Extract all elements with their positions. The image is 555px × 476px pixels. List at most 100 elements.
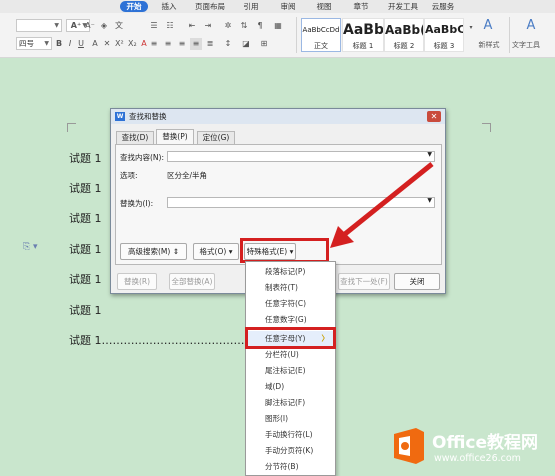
highlight-color-icon[interactable]: A [140, 38, 148, 50]
menu-item[interactable]: 任意数字(G) [246, 312, 335, 328]
options-value: 区分全/半角 [167, 171, 208, 180]
pinyin-icon[interactable]: 文 [113, 20, 125, 32]
advanced-search-button[interactable]: 高级搜索(M) ⇕ [120, 243, 187, 260]
line-spacing-icon[interactable]: ↕ [222, 38, 234, 50]
ribbon: 开始 插入 页面布局 引用 审阅 视图 章节 开发工具 云服务 ▼ ▼ A⁺ A… [0, 0, 555, 58]
style-preview: AaBb [343, 22, 383, 38]
chinese-layout-icon[interactable]: ✲ [222, 20, 234, 32]
tab-chapter[interactable]: 章节 [350, 1, 372, 12]
menu-item[interactable]: 分节符(B) [246, 459, 335, 475]
tab-page-layout[interactable]: 页面布局 [192, 1, 228, 12]
office-logo-badge: Office教程网 www.office26.com [390, 420, 555, 476]
bold-icon[interactable]: B [55, 38, 63, 50]
align-left-icon[interactable]: ≡ [148, 38, 160, 50]
menu-item[interactable]: 尾注标记(E) [246, 363, 335, 379]
align-right-icon[interactable]: ≡ [176, 38, 188, 50]
menu-item[interactable]: 段落标记(P) [246, 264, 335, 280]
grow-font-icon[interactable]: A⁺ [70, 20, 82, 32]
paragraph-handle-icon[interactable]: ⎘ ▾ [23, 242, 38, 252]
margin-corner-tr [490, 123, 491, 132]
dialog-title: 查找和替换 [129, 112, 167, 121]
style-label: 标题 1 [352, 42, 374, 50]
ribbon-separator [509, 17, 510, 53]
tab-home[interactable]: 开始 [120, 1, 148, 12]
chevron-down-icon[interactable]: ▼ [427, 151, 432, 158]
sort-icon[interactable]: ⇅ [238, 20, 250, 32]
tab-insert[interactable]: 插入 [158, 1, 180, 12]
indent-increase-icon[interactable]: ⇥ [202, 20, 214, 32]
logo-url: www.office26.com [434, 453, 521, 464]
show-marks-icon[interactable]: ¶ [254, 20, 266, 32]
shrink-font-icon[interactable]: A⁻ [84, 20, 96, 32]
style-normal[interactable]: AaBbCcDd 正文 [301, 18, 341, 52]
new-style-button[interactable]: 新样式 [472, 39, 506, 51]
tab-references[interactable]: 引用 [240, 1, 262, 12]
style-preview: AaBb( [385, 23, 423, 37]
align-center-icon[interactable]: ≡ [162, 38, 174, 50]
tab-goto[interactable]: 定位(G) [197, 131, 235, 144]
style-heading-2[interactable]: AaBb( 标题 2 [384, 18, 424, 52]
justify-icon[interactable]: ≡ [190, 38, 202, 50]
options-label: 选项: [120, 171, 138, 180]
office-logo-icon [394, 428, 424, 464]
italic-icon[interactable]: I [66, 38, 74, 50]
tab-replace[interactable]: 替换(P) [156, 129, 194, 145]
menu-item[interactable]: 图形(I) [246, 411, 335, 427]
tab-view[interactable]: 视图 [313, 1, 335, 12]
document-line: 试题 1 [69, 304, 102, 317]
dialog-titlebar[interactable]: W 查找和替换 ✕ [111, 109, 445, 124]
tab-find[interactable]: 查找(D) [116, 131, 154, 144]
find-next-button[interactable]: 查找下一处(F) [338, 273, 390, 290]
font-size-combo-2[interactable]: 四号 ▼ [16, 37, 52, 50]
menu-item[interactable]: 脚注标记(F) [246, 395, 335, 411]
document-line: 试题 1 [69, 273, 102, 286]
distributed-icon[interactable]: ≣ [204, 38, 216, 50]
menu-item[interactable]: 制表符(T) [246, 280, 335, 296]
button-label: 高级搜索(M) [127, 247, 171, 256]
menu-item[interactable]: 域(D) [246, 379, 335, 395]
format-button[interactable]: 格式(O) ▾ [193, 243, 239, 260]
replace-with-label: 替换为(I): [120, 199, 154, 208]
tab-cloud[interactable]: 云服务 [428, 1, 458, 12]
bullets-icon[interactable]: ☰ [148, 20, 160, 32]
font-name-combo[interactable]: ▼ [16, 19, 62, 32]
menu-item[interactable]: 手动分页符(K) [246, 443, 335, 459]
replace-all-button[interactable]: 全部替换(A) [169, 273, 215, 290]
underline-icon[interactable]: U [77, 38, 85, 50]
margin-corner-tl [67, 123, 76, 124]
indent-decrease-icon[interactable]: ⇤ [186, 20, 198, 32]
superscript-icon[interactable]: X² [115, 38, 124, 50]
new-style-icon[interactable]: A [478, 19, 498, 32]
text-tools-button[interactable]: 文字工具 [512, 39, 555, 51]
font-color-icon[interactable]: A [91, 38, 99, 50]
numbering-icon[interactable]: ☷ [164, 20, 176, 32]
style-heading-1[interactable]: AaBb 标题 1 [342, 18, 384, 52]
ribbon-tab-bar: 开始 插入 页面布局 引用 审阅 视图 章节 开发工具 云服务 [0, 0, 555, 13]
text-tools-icon[interactable]: A [520, 19, 542, 32]
document-line: 试题 1 [69, 243, 102, 256]
border-icon[interactable]: ⊞ [258, 38, 270, 50]
strikethrough-icon[interactable]: ✕ [103, 38, 111, 50]
menu-item[interactable]: 任意字符(C) [246, 296, 335, 312]
menu-item[interactable]: 手动换行符(L) [246, 427, 335, 443]
style-label: 正文 [314, 42, 328, 50]
subscript-icon[interactable]: X₂ [128, 38, 137, 50]
shading-icon[interactable]: ◪ [240, 38, 252, 50]
borders-icon[interactable]: ▦ [272, 20, 284, 32]
font-size-value: 四号 [19, 39, 34, 48]
close-button[interactable]: 关闭 [394, 273, 440, 290]
clear-format-icon[interactable]: ◈ [98, 20, 110, 32]
menu-item[interactable]: 分栏符(U) [246, 347, 335, 363]
margin-corner-tl [67, 123, 68, 132]
style-label: 标题 2 [393, 42, 415, 50]
style-label: 标题 3 [433, 42, 455, 50]
tab-developer[interactable]: 开发工具 [385, 1, 421, 12]
style-heading-3[interactable]: AaBbC 标题 3 [424, 18, 464, 52]
tab-review[interactable]: 审阅 [277, 1, 299, 12]
button-label: 格式(O) [199, 247, 227, 256]
replace-button[interactable]: 替换(R) [117, 273, 157, 290]
styles-more-icon[interactable]: ▾ [466, 22, 476, 34]
wps-app-icon: W [115, 112, 125, 121]
close-icon[interactable]: ✕ [427, 111, 441, 122]
style-preview: AaBbCcDd [302, 26, 340, 34]
